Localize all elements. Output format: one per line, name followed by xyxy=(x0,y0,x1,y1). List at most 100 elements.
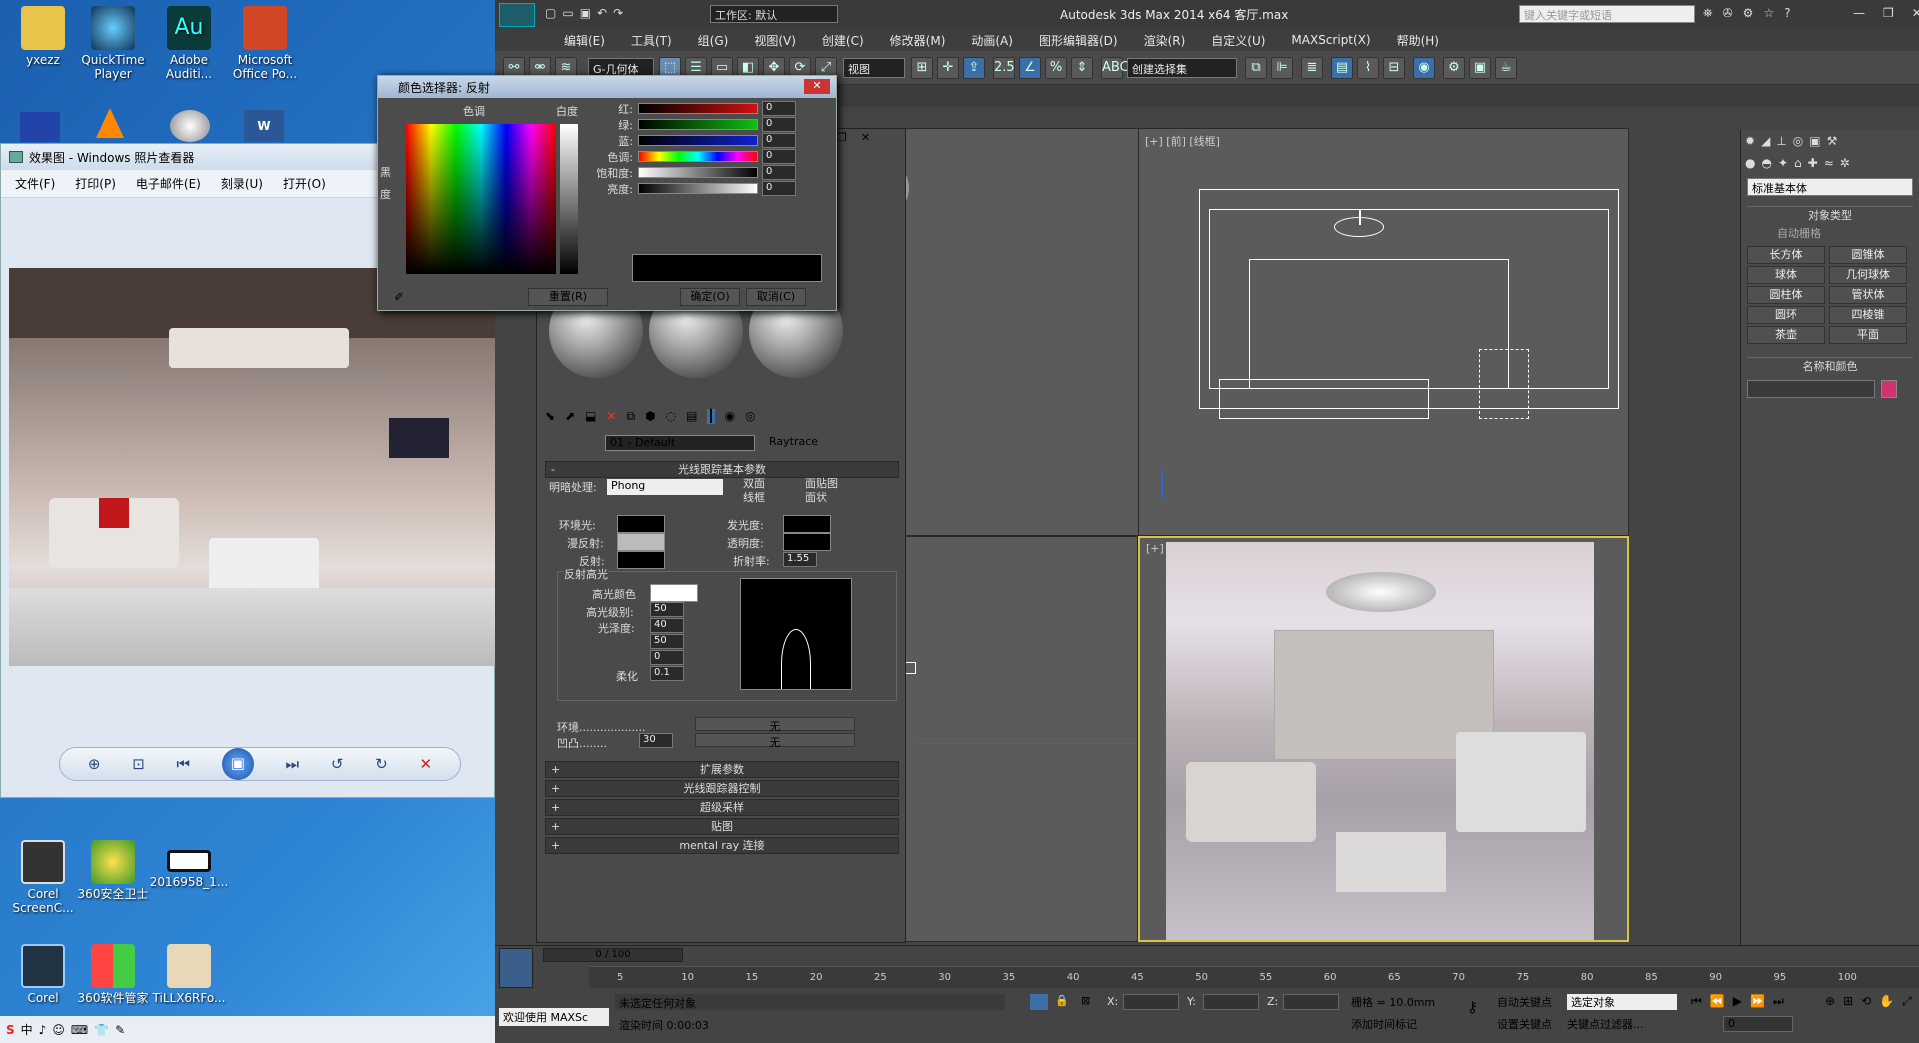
skin-icon[interactable]: 👕 xyxy=(94,1023,109,1037)
spec-level-spinner[interactable]: 50 xyxy=(650,602,684,617)
reset-map-icon[interactable]: ✕ xyxy=(606,409,616,424)
shading-select[interactable]: Phong xyxy=(607,479,723,495)
menu-animation[interactable]: 动画(A) xyxy=(958,32,1026,49)
mirror-icon[interactable]: ⧉ xyxy=(1245,57,1267,79)
cone-button[interactable]: 圆锥体 xyxy=(1829,246,1907,264)
named-selection-sets[interactable]: 创建选择集 xyxy=(1127,58,1237,78)
angle-snap-icon[interactable]: ∠ xyxy=(1019,57,1041,79)
settings-icon[interactable]: ⚙ xyxy=(1743,6,1754,21)
keyboard-shortcut-icon[interactable]: ⇪ xyxy=(963,57,985,79)
delete-icon[interactable]: ✕ xyxy=(419,755,432,773)
hierarchy-tab-icon[interactable]: ⊥ xyxy=(1776,134,1786,148)
curve-editor-icon[interactable]: ⌇ xyxy=(1357,57,1379,79)
channel-slider[interactable] xyxy=(638,135,758,146)
me-restore-icon[interactable]: ❐ xyxy=(837,131,847,144)
next-icon[interactable]: ⏭ xyxy=(286,755,300,773)
maximize-viewport-icon[interactable]: ⤢ xyxy=(1902,994,1912,1009)
menu-open[interactable]: 打开(O) xyxy=(283,175,326,192)
auto-grid-checkbox[interactable]: 自动栅格 xyxy=(1741,223,1919,243)
diffuse-swatch[interactable] xyxy=(617,533,665,551)
menu-create[interactable]: 创建(C) xyxy=(809,32,877,49)
key-icon[interactable]: ⚷ xyxy=(1467,998,1478,1016)
y-coord-input[interactable] xyxy=(1203,994,1259,1010)
word-icon[interactable]: W xyxy=(244,110,284,142)
schematic-view-icon[interactable]: ⊟ xyxy=(1383,57,1405,79)
material-editor-icon[interactable]: ◉ xyxy=(1413,57,1435,79)
layer-manager-icon[interactable]: ≣ xyxy=(1301,57,1323,79)
channel-value-spinner[interactable]: 0 xyxy=(762,117,796,132)
prev-frame-icon[interactable]: ⏪ xyxy=(1710,994,1725,1009)
utilities-tab-icon[interactable]: ⚒ xyxy=(1827,134,1838,148)
channel-value-spinner[interactable]: 0 xyxy=(762,133,796,148)
rollout-maps[interactable]: + 贴图 xyxy=(545,818,899,835)
render-setup-icon[interactable]: ⚙ xyxy=(1443,57,1465,79)
previous-icon[interactable]: ⏮ xyxy=(177,755,191,773)
new-icon[interactable]: ▢ xyxy=(545,6,556,22)
soften-spinner[interactable]: 0.1 xyxy=(650,666,684,681)
wrench-icon[interactable]: ✇ xyxy=(1723,6,1733,21)
max-logo-icon[interactable] xyxy=(499,3,535,27)
hue-field[interactable] xyxy=(406,124,556,274)
shapes-icon[interactable]: ◓ xyxy=(1761,156,1771,170)
eyedropper-icon[interactable]: ✐ xyxy=(394,290,412,304)
reference-coord-select[interactable]: 视图 xyxy=(843,58,905,78)
pan-icon[interactable]: ✋ xyxy=(1879,994,1894,1009)
pin-icon[interactable] xyxy=(1030,994,1048,1010)
material-effect-icon[interactable]: ◌ xyxy=(666,409,676,424)
lock-icon[interactable]: 🔒 xyxy=(1055,994,1069,1007)
rollout-raytracer-controls[interactable]: + 光线跟踪器控制 xyxy=(545,780,899,797)
geometry-icon[interactable]: ● xyxy=(1745,156,1755,170)
spec-color-swatch[interactable] xyxy=(650,584,698,602)
reflect-swatch[interactable] xyxy=(617,551,665,569)
auto-key-button[interactable]: 自动关键点 xyxy=(1497,994,1552,1010)
torus-button[interactable]: 圆环 xyxy=(1747,306,1825,324)
channel-value-spinner[interactable]: 0 xyxy=(762,149,796,164)
channel-value-spinner[interactable]: 0 xyxy=(762,165,796,180)
menu-edit[interactable]: 编辑(E) xyxy=(551,32,618,49)
rotate-left-icon[interactable]: ↺ xyxy=(331,755,344,773)
close-icon[interactable]: ✕ xyxy=(1912,6,1919,20)
add-time-tag[interactable]: 添加时间标记 xyxy=(1351,1016,1417,1032)
workspace-select[interactable]: 工作区: 默认 xyxy=(710,5,838,23)
desktop-icon-2016958[interactable]: 2016958_1... xyxy=(146,840,232,889)
menu-customize[interactable]: 自定义(U) xyxy=(1198,32,1278,49)
max-titlebar[interactable]: ▢ ▭ ▣ ↶ ↷ 工作区: 默认 Autodesk 3ds Max 2014 x64 … xyxy=(495,0,1919,29)
box-button[interactable]: 长方体 xyxy=(1747,246,1825,264)
rollout-extended[interactable]: + 扩展参数 xyxy=(545,761,899,778)
channel-slider[interactable] xyxy=(638,167,758,178)
menu-rendering[interactable]: 渲染(R) xyxy=(1131,32,1199,49)
input-mode-icon[interactable]: 中 xyxy=(21,1021,33,1038)
computer-icon[interactable] xyxy=(20,112,60,142)
percent-snap-icon[interactable]: % xyxy=(1045,57,1067,79)
menu-group[interactable]: 组(G) xyxy=(685,32,742,49)
restore-icon[interactable]: ❐ xyxy=(1883,6,1894,20)
menu-graph-editors[interactable]: 图形编辑器(D) xyxy=(1026,32,1131,49)
menu-tools[interactable]: 工具(T) xyxy=(618,32,685,49)
color-picker-titlebar[interactable]: 颜色选择器: 反射 ✕ xyxy=(378,76,836,98)
binoculars-icon[interactable]: ⛯ xyxy=(1703,6,1713,21)
go-parent-icon[interactable]: ◉ xyxy=(725,409,735,424)
z-coord-input[interactable] xyxy=(1283,994,1339,1010)
open-icon[interactable]: ▭ xyxy=(562,6,573,22)
desktop-icon-360-safe[interactable]: 360安全卫士 xyxy=(70,840,156,901)
cylinder-button[interactable]: 圆柱体 xyxy=(1747,286,1825,304)
front-viewport-label[interactable]: [+] [前] [线框] xyxy=(1145,133,1220,149)
maxscript-listener[interactable]: 欢迎使用 MAXSc xyxy=(499,1008,609,1026)
rollout-basic-header[interactable]: - 光线跟踪基本参数 xyxy=(545,461,899,478)
material-type-button[interactable]: Raytrace xyxy=(759,435,859,451)
slideshow-icon[interactable]: ▣ xyxy=(221,748,254,780)
x-coord-input[interactable] xyxy=(1123,994,1179,1010)
material-name-input[interactable]: 01 - Default xyxy=(605,435,755,451)
ok-button[interactable]: 确定(O) xyxy=(680,288,740,306)
object-color-swatch[interactable] xyxy=(1881,380,1897,398)
menu-file[interactable]: 文件(F) xyxy=(15,175,55,192)
object-name-input[interactable] xyxy=(1747,380,1875,398)
channel-slider[interactable] xyxy=(638,103,758,114)
put-to-scene-icon[interactable]: ⬈ xyxy=(565,409,575,424)
keyboard-icon[interactable]: ⌨ xyxy=(71,1023,88,1037)
select-manipulate-icon[interactable]: ✛ xyxy=(937,57,959,79)
environment-label[interactable]: 环境................... xyxy=(557,719,645,735)
display-tab-icon[interactable]: ▣ xyxy=(1809,134,1820,148)
channel-value-spinner[interactable]: 0 xyxy=(762,181,796,196)
mini-listener-icon[interactable] xyxy=(499,948,533,988)
